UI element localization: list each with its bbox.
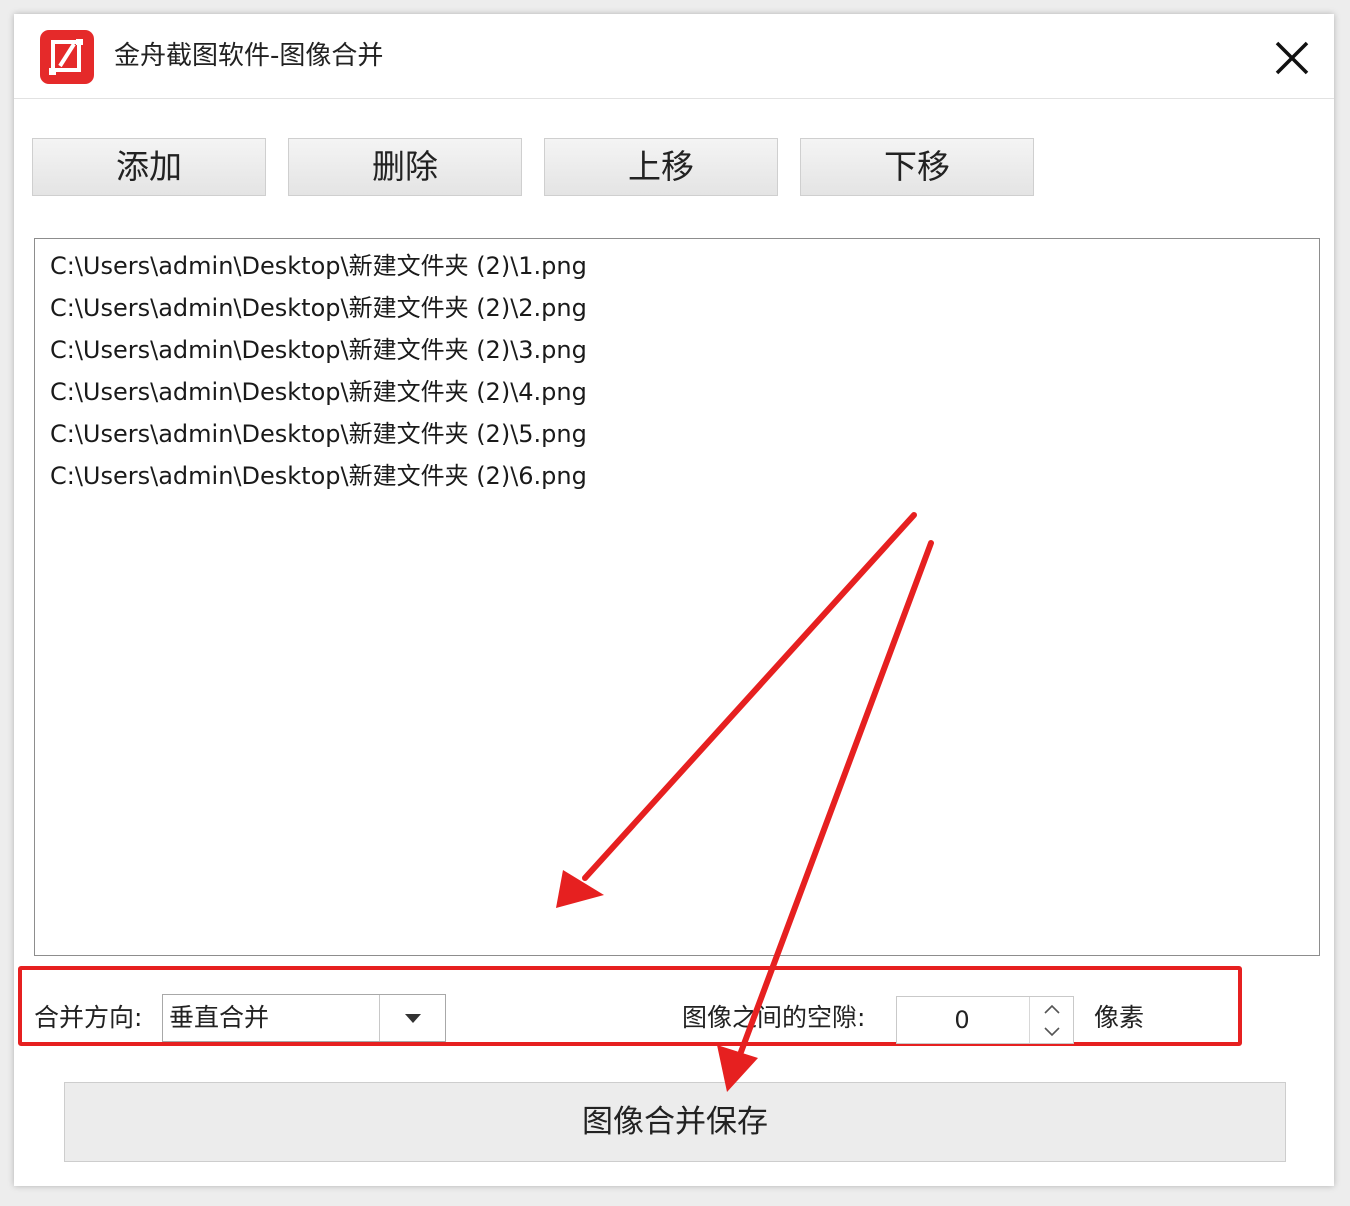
gap-decrement-button[interactable] bbox=[1030, 1020, 1073, 1043]
direction-dropdown-button[interactable] bbox=[379, 995, 445, 1041]
window-title: 金舟截图软件-图像合并 bbox=[114, 41, 384, 71]
chevron-up-icon bbox=[1044, 1004, 1060, 1014]
gap-unit-label: 像素 bbox=[1094, 1003, 1145, 1032]
gap-input[interactable] bbox=[897, 997, 1027, 1043]
move-up-button[interactable]: 上移 bbox=[544, 138, 778, 196]
direction-select-value: 垂直合并 bbox=[169, 1003, 270, 1032]
gap-label: 图像之间的空隙: bbox=[682, 1003, 866, 1032]
app-logo-icon bbox=[40, 30, 94, 84]
delete-button[interactable]: 删除 bbox=[288, 138, 522, 196]
chevron-down-icon bbox=[405, 1014, 421, 1023]
chevron-down-icon bbox=[1044, 1027, 1060, 1037]
direction-label: 合并方向: bbox=[34, 1003, 143, 1032]
close-icon bbox=[1275, 41, 1309, 75]
gap-increment-button[interactable] bbox=[1030, 997, 1073, 1020]
list-item[interactable]: C:\Users\admin\Desktop\新建文件夹 (2)\2.png bbox=[35, 287, 1319, 329]
list-item[interactable]: C:\Users\admin\Desktop\新建文件夹 (2)\3.png bbox=[35, 329, 1319, 371]
list-item[interactable]: C:\Users\admin\Desktop\新建文件夹 (2)\4.png bbox=[35, 371, 1319, 413]
list-item[interactable]: C:\Users\admin\Desktop\新建文件夹 (2)\6.png bbox=[35, 455, 1319, 497]
list-item[interactable]: C:\Users\admin\Desktop\新建文件夹 (2)\5.png bbox=[35, 413, 1319, 455]
list-item[interactable]: C:\Users\admin\Desktop\新建文件夹 (2)\1.png bbox=[35, 245, 1319, 287]
gap-stepper[interactable] bbox=[896, 996, 1074, 1044]
gap-spin-buttons bbox=[1029, 997, 1073, 1043]
title-bar: 金舟截图软件-图像合并 bbox=[14, 14, 1334, 99]
merge-options-highlight: 合并方向: 垂直合并 图像之间的空隙: 0 像素 bbox=[18, 966, 1242, 1046]
merge-window: 金舟截图软件-图像合并 添加 删除 上移 下移 C:\Users\admin\D… bbox=[14, 14, 1334, 1186]
move-down-button[interactable]: 下移 bbox=[800, 138, 1034, 196]
direction-select[interactable]: 垂直合并 bbox=[162, 994, 446, 1042]
merge-save-button[interactable]: 图像合并保存 bbox=[64, 1082, 1286, 1162]
close-button[interactable] bbox=[1262, 34, 1322, 84]
add-button[interactable]: 添加 bbox=[32, 138, 266, 196]
file-list[interactable]: C:\Users\admin\Desktop\新建文件夹 (2)\1.png C… bbox=[34, 238, 1320, 956]
